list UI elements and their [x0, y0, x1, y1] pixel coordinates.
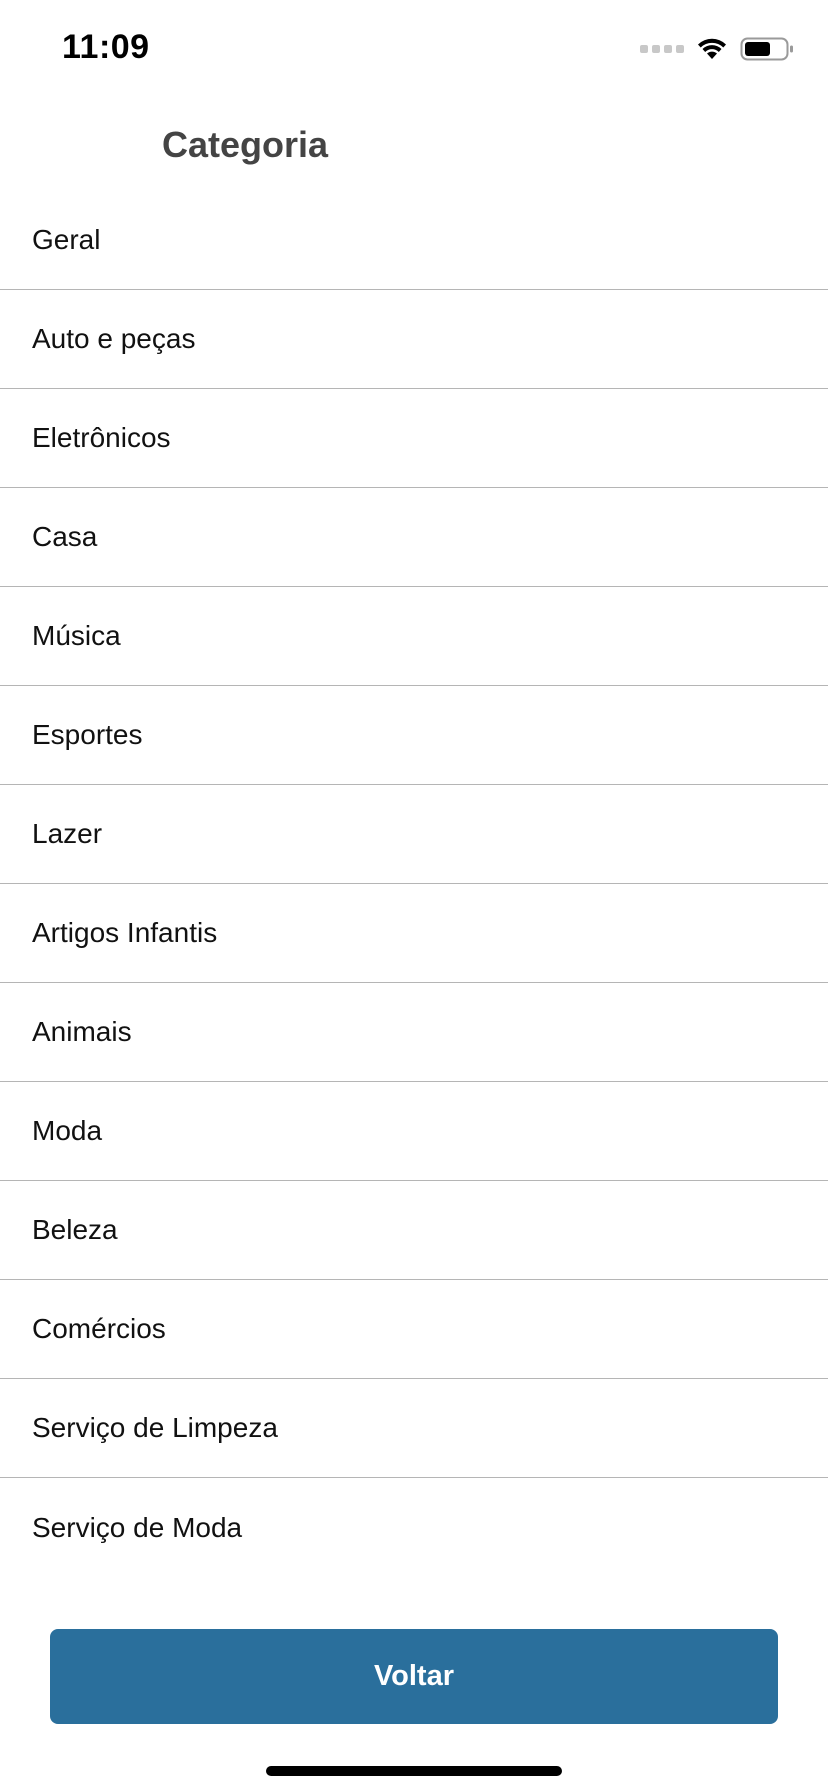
category-item[interactable]: Esportes — [0, 686, 828, 785]
wifi-icon — [698, 38, 726, 59]
status-icons — [640, 36, 794, 62]
back-button[interactable]: Voltar — [50, 1629, 778, 1724]
category-item[interactable]: Serviço de Moda — [0, 1478, 828, 1577]
status-bar: 11:09 — [0, 0, 828, 100]
category-item[interactable]: Eletrônicos — [0, 389, 828, 488]
category-item[interactable]: Artigos Infantis — [0, 884, 828, 983]
signal-icon — [640, 45, 684, 53]
battery-icon — [740, 37, 793, 61]
page-title: Categoria — [162, 124, 329, 165]
category-item[interactable]: Animais — [0, 983, 828, 1082]
home-indicator — [266, 1766, 562, 1776]
category-item[interactable]: Auto e peças — [0, 290, 828, 389]
category-list: Geral Auto e peças Eletrônicos Casa Músi… — [0, 191, 828, 1577]
category-item[interactable]: Serviço de Limpeza — [0, 1379, 828, 1478]
category-item[interactable]: Geral — [0, 191, 828, 290]
category-item[interactable]: Lazer — [0, 785, 828, 884]
category-item[interactable]: Comércios — [0, 1280, 828, 1379]
category-item[interactable]: Casa — [0, 488, 828, 587]
category-item[interactable]: Moda — [0, 1082, 828, 1181]
category-item[interactable]: Beleza — [0, 1181, 828, 1280]
category-item[interactable]: Música — [0, 587, 828, 686]
status-time: 11:09 — [62, 28, 150, 66]
